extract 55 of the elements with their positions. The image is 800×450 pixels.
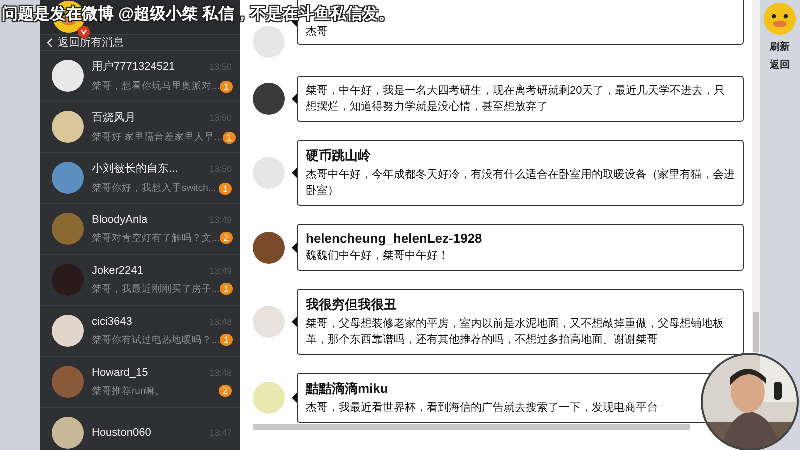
message-preview: 桀哥推荐run嘛。 xyxy=(92,384,166,398)
contact-name: Houston060 xyxy=(92,427,152,439)
contact-name: Howard_15 xyxy=(92,366,148,378)
avatar xyxy=(253,26,285,58)
avatar xyxy=(253,232,285,264)
message-preview: 桀哥好 家里隔音差家里人早... xyxy=(92,131,223,144)
message-preview: 桀哥，想看你玩马里奥派对... xyxy=(92,80,220,93)
avatar xyxy=(52,213,84,245)
avatar xyxy=(253,157,285,189)
message-text: 杰哥中午好，今年成都冬天好冷，有没有什么适合在卧室用的取暖设备（家里有猫，会进卧室） xyxy=(306,168,735,199)
avatar xyxy=(52,315,84,347)
sender-name: helencheung_helenLez-1928 xyxy=(306,231,484,246)
panel-button[interactable]: 返回 xyxy=(770,58,790,72)
back-link-label[interactable]: 返回所有消息 xyxy=(58,35,124,50)
panel-button[interactable]: 刷新 xyxy=(770,40,790,54)
message-text: 桀哥，父母想装修老家的平房，室内以前是水泥地面，又不想敲掉重做，父母想铺地板革，那个东西靠谱吗，还有其他推荐的吗，不想过多抬高地面。谢谢桀哥 xyxy=(306,316,725,348)
message-preview: 桀哥你有试过电热地暖吗？... xyxy=(92,334,220,346)
horizontal-scrollbar[interactable] xyxy=(253,424,690,430)
chevron-left-icon xyxy=(46,38,54,48)
sender-name: 我很穷但我很丑 xyxy=(306,296,398,314)
sender-name: 硬币跳山岭 xyxy=(306,147,372,165)
unread-badge: 2 xyxy=(220,232,233,244)
contact-name: Joker2241 xyxy=(92,264,144,276)
message-text: 杰哥，我最近看世界杯，看到海信的广告就去搜索了一下，发现电商平台 xyxy=(306,400,659,416)
avatar xyxy=(52,162,84,194)
back-link[interactable]: 返回所有消息 xyxy=(40,34,240,51)
unread-badge: 1 xyxy=(222,132,236,144)
unread-badge: 1 xyxy=(220,80,233,92)
contact-name: 百烧风月 xyxy=(92,111,136,125)
avatar xyxy=(52,60,84,92)
scrollbar-thumb[interactable] xyxy=(753,312,759,352)
sender-name: 黠黠滴滴miku xyxy=(306,380,390,398)
avatar xyxy=(52,417,84,449)
contact-name: 小刘被长的自东... xyxy=(92,162,178,176)
unread-badge: 2 xyxy=(218,385,232,397)
avatar xyxy=(253,306,285,338)
message-text: 杰哥 xyxy=(306,25,329,40)
avatar xyxy=(52,111,84,143)
avatar xyxy=(253,83,285,115)
duck-avatar-icon xyxy=(763,2,797,36)
message-preview: 桀哥，我最近刚刚买了房子... xyxy=(92,282,220,296)
unread-badge: 1 xyxy=(220,334,233,346)
avatar xyxy=(52,366,84,398)
contact-name: cici3643 xyxy=(92,316,132,328)
message-preview: 桀哥对青空灯有了解吗？文... xyxy=(92,232,220,244)
unread-badge: 1 xyxy=(220,283,233,295)
avatar xyxy=(253,382,285,414)
message-preview: 桀哥你好，我想入手switch... xyxy=(92,182,216,195)
contact-name: BloodyAnla xyxy=(92,214,148,226)
contact-name: 用户7771324521 xyxy=(92,60,176,74)
message-text: 魏魏们中午好，桀哥中午好！ xyxy=(306,249,450,264)
verified-badge-icon xyxy=(78,26,90,38)
avatar xyxy=(52,264,84,296)
message-text: 桀哥，中午好，我是一名大四考研生，现在离考研就剩20天了，最近几天学不进去，只想摆烂，知道得努力学就是没心情，甚至想放弃了 xyxy=(306,84,726,115)
unread-badge: 1 xyxy=(218,182,232,194)
